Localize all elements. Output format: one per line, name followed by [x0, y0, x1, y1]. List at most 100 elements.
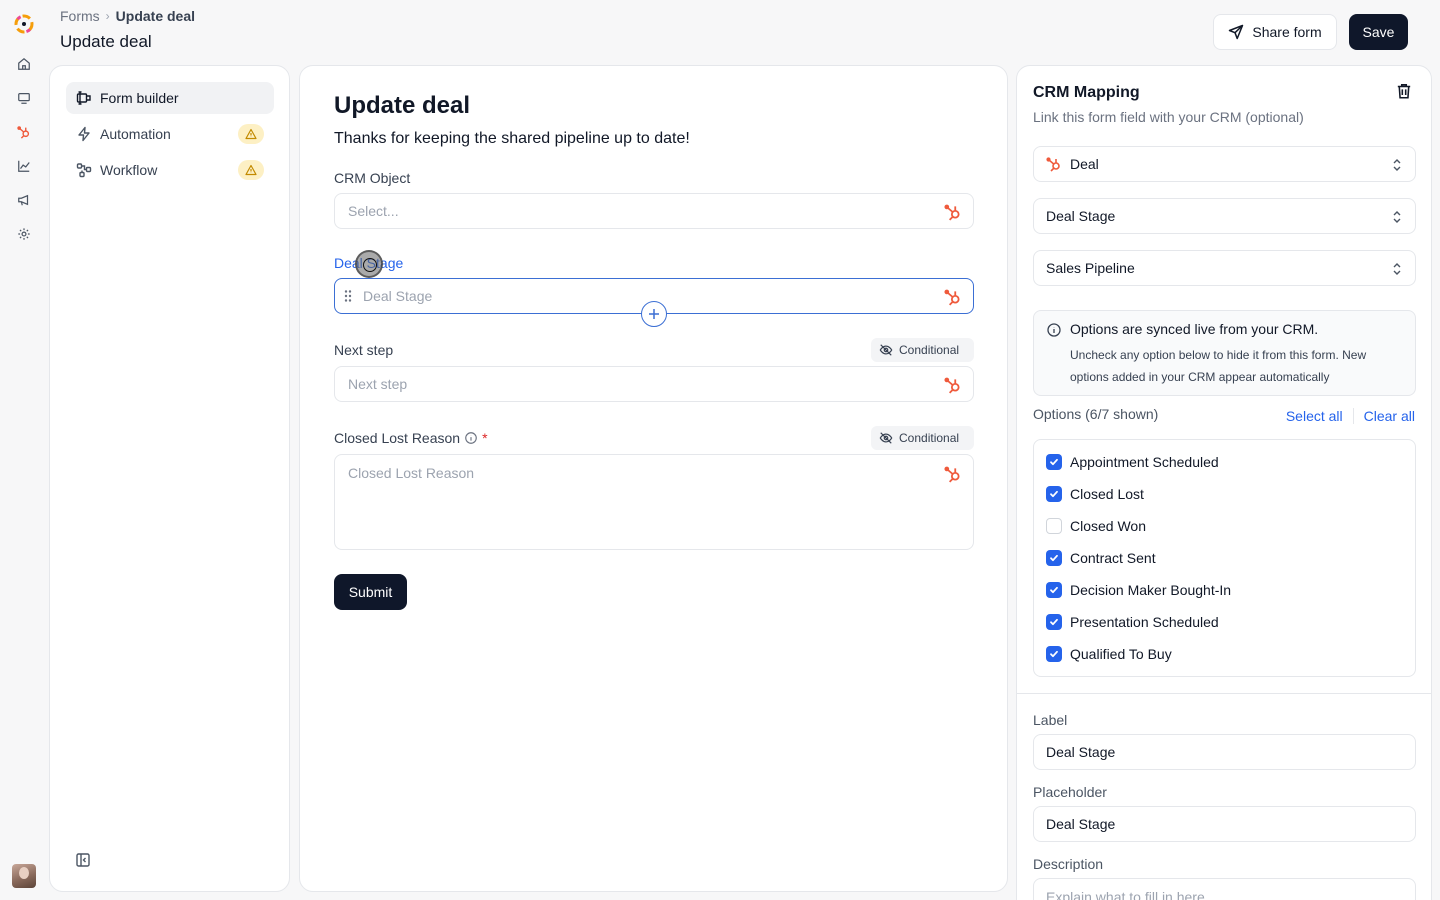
hubspot-icon — [944, 466, 960, 483]
deal-stage-placeholder: Deal Stage — [363, 288, 433, 304]
app-logo-icon[interactable] — [12, 12, 36, 36]
info-icon[interactable] — [464, 431, 478, 445]
option-label: Qualified To Buy — [1070, 646, 1172, 662]
checkbox-unchecked[interactable] — [1046, 518, 1062, 534]
conditional-badge[interactable]: Conditional — [871, 338, 974, 362]
required-asterisk: * — [482, 430, 488, 446]
crm-pipeline-dropdown[interactable]: Sales Pipeline — [1033, 250, 1416, 286]
hubspot-icon — [944, 204, 960, 221]
crm-property-dropdown[interactable]: Deal Stage — [1033, 198, 1416, 234]
option-item[interactable]: Appointment Scheduled — [1046, 452, 1219, 472]
nav-item-form-builder[interactable]: Form builder — [66, 82, 274, 114]
home-icon[interactable] — [16, 56, 32, 72]
option-item[interactable]: Closed Lost — [1046, 484, 1144, 504]
label-input[interactable]: Deal Stage — [1033, 734, 1416, 770]
closed-lost-reason-textarea[interactable]: Closed Lost Reason — [334, 454, 974, 550]
check-icon — [1050, 586, 1058, 594]
form-title[interactable]: Update deal — [334, 92, 470, 120]
placeholder-field-title: Placeholder — [1033, 784, 1107, 800]
warning-badge — [238, 124, 264, 144]
option-label: Presentation Scheduled — [1070, 614, 1219, 630]
hubspot-icon[interactable] — [16, 124, 32, 140]
checkbox-checked[interactable] — [1046, 646, 1062, 662]
option-label: Decision Maker Bought-In — [1070, 582, 1232, 598]
breadcrumb-forms-link[interactable]: Forms — [60, 8, 100, 24]
chart-icon[interactable] — [16, 158, 32, 174]
page-title: Update deal — [60, 32, 152, 51]
trash-icon[interactable] — [1395, 82, 1413, 100]
placeholder-input-value: Deal Stage — [1046, 816, 1116, 832]
eye-off-icon — [879, 344, 893, 356]
plus-icon — [649, 309, 659, 319]
select-all-link[interactable]: Select all — [1286, 408, 1343, 424]
check-icon — [1050, 458, 1058, 466]
user-avatar[interactable] — [12, 864, 36, 888]
option-label: Contract Sent — [1070, 550, 1156, 566]
closed-lost-reason-label: Closed Lost Reason — [334, 430, 461, 446]
info-icon — [1047, 323, 1061, 337]
bolt-icon — [78, 126, 90, 142]
option-item[interactable]: Presentation Scheduled — [1046, 612, 1219, 632]
add-field-button[interactable] — [641, 301, 667, 327]
submit-button[interactable]: Submit — [334, 574, 407, 610]
checkbox-checked[interactable] — [1046, 614, 1062, 630]
save-button[interactable]: Save — [1349, 14, 1408, 50]
megaphone-icon[interactable] — [16, 192, 32, 208]
option-item[interactable]: Closed Won — [1046, 516, 1146, 536]
option-item[interactable]: Decision Maker Bought-In — [1046, 580, 1231, 600]
crm-property-value: Deal Stage — [1046, 208, 1116, 224]
send-icon — [1229, 24, 1244, 40]
app-rail — [0, 0, 48, 900]
monitor-icon[interactable] — [16, 90, 32, 106]
conditional-badge[interactable]: Conditional — [871, 426, 974, 450]
chevron-up-down-icon — [1393, 159, 1401, 171]
conditional-label: Conditional — [899, 431, 960, 445]
closed-lost-reason-placeholder: Closed Lost Reason — [348, 465, 475, 481]
share-form-button[interactable]: Share form — [1213, 14, 1337, 50]
placeholder-input[interactable]: Deal Stage — [1033, 806, 1416, 842]
description-input[interactable]: Explain what to fill in here — [1033, 878, 1416, 900]
field-label-crm-object: CRM Object — [334, 170, 411, 186]
drag-handle-icon[interactable] — [343, 289, 353, 303]
label-input-value: Deal Stage — [1046, 744, 1116, 760]
crm-mapping-title: CRM Mapping — [1033, 84, 1140, 101]
nav-item-workflow[interactable]: Workflow — [66, 154, 274, 186]
settings-gear-icon[interactable] — [16, 226, 32, 242]
option-item[interactable]: Contract Sent — [1046, 548, 1156, 568]
crm-mapping-subtitle: Link this form field with your CRM (opti… — [1033, 109, 1304, 125]
checkbox-checked[interactable] — [1046, 454, 1062, 470]
eye-off-icon — [879, 432, 893, 444]
crm-object-dropdown[interactable]: Deal — [1033, 146, 1416, 182]
checkbox-checked[interactable] — [1046, 550, 1062, 566]
crm-object-select[interactable]: Select... — [334, 193, 974, 229]
option-label: Closed Lost — [1070, 486, 1144, 502]
breadcrumb-current: Update deal — [115, 8, 196, 24]
builder-nav-panel: Form builder Automation Workflow — [49, 65, 290, 892]
form-description[interactable]: Thanks for keeping the shared pipeline u… — [334, 130, 690, 148]
check-icon — [1050, 650, 1058, 658]
crm-object-placeholder: Select... — [348, 203, 399, 219]
checkbox-checked[interactable] — [1046, 582, 1062, 598]
options-list: Appointment Scheduled Closed Lost Closed W… — [1033, 439, 1416, 677]
workflow-icon — [76, 163, 92, 178]
nav-item-label: Form builder — [100, 90, 179, 106]
hubspot-icon — [1046, 157, 1060, 172]
warning-triangle-icon — [245, 164, 257, 176]
collapse-sidebar-icon[interactable] — [75, 852, 91, 868]
check-icon — [1050, 618, 1058, 626]
next-step-input[interactable]: Next step — [334, 366, 974, 402]
form-builder-icon — [76, 91, 91, 105]
section-divider — [1017, 693, 1431, 694]
option-label: Closed Won — [1070, 518, 1147, 534]
nav-item-automation[interactable]: Automation — [66, 118, 274, 150]
breadcrumb: Forms › Update deal — [60, 8, 195, 24]
options-count: Options (6/7 shown) — [1033, 406, 1159, 422]
option-item[interactable]: Qualified To Buy — [1046, 644, 1172, 664]
checkbox-checked[interactable] — [1046, 486, 1062, 502]
crm-mapping-panel: CRM Mapping Link this form field with yo… — [1016, 65, 1432, 900]
conditional-label: Conditional — [899, 343, 960, 357]
sync-info-callout: Options are synced live from your CRM. U… — [1033, 310, 1416, 396]
next-step-placeholder: Next step — [348, 376, 408, 392]
share-form-label: Share form — [1252, 24, 1322, 40]
clear-all-link[interactable]: Clear all — [1364, 408, 1415, 424]
